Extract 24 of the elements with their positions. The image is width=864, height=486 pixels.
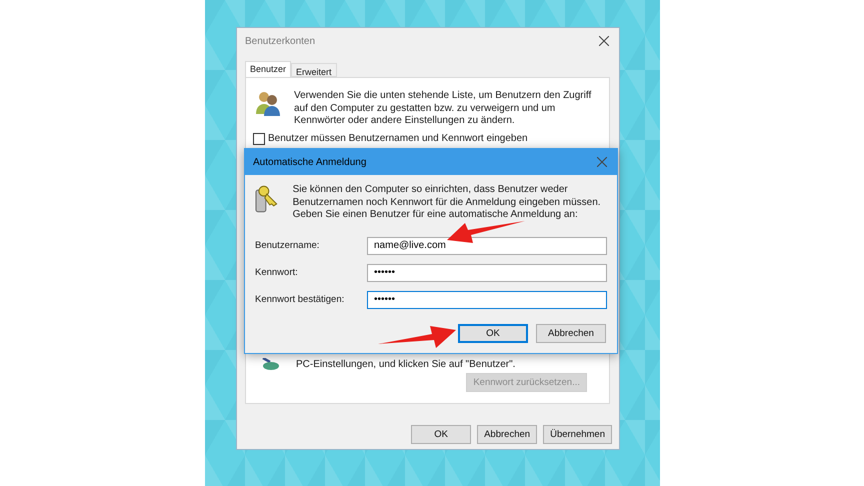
input-field[interactable]: •••••• xyxy=(367,290,607,308)
window-title: Benutzerkonten xyxy=(245,36,316,46)
field-label: Kennwort bestätigen: xyxy=(255,294,346,305)
dialog-button[interactable]: OK xyxy=(458,324,528,342)
close-icon[interactable] xyxy=(599,36,609,46)
checkbox-label: Benutzer müssen Benutzernamen und Kennwort eingeben xyxy=(268,133,528,144)
input-field[interactable]: •••••• xyxy=(367,264,607,282)
dialog-button[interactable]: Übernehmen xyxy=(543,425,612,444)
keys-icon xyxy=(255,184,279,214)
tab[interactable]: Benutzer xyxy=(245,61,292,77)
dialog-button[interactable]: Abbrechen xyxy=(536,324,606,342)
field-label: Benutzername: xyxy=(255,240,320,251)
dialog-button[interactable]: Abbrechen xyxy=(477,425,538,444)
field-label: Kennwort: xyxy=(255,267,299,278)
tab[interactable]: Erweitert xyxy=(291,63,337,77)
dialog-title: Automatische Anmeldung xyxy=(253,156,366,168)
description-text: Verwenden Sie die unten stehende Liste, um Benutzern den Zugriff auf den Computer zu gestatten bzw. zu verweigern und um Kennwörter oder andere Einstellungen zu ändern. xyxy=(294,90,592,128)
user-icon xyxy=(262,358,280,370)
checkbox[interactable] xyxy=(253,132,265,144)
description-text: Sie können den Computer so einrichten, dass Benutzer weder Benutzernamen noch Kennwort für die Anmeldung eingeben müssen. Geben Sie einen Benutzer für eine automatische Anmeldung an: xyxy=(292,184,602,222)
input-field[interactable]: name@live.com xyxy=(367,236,607,254)
dialog-button[interactable]: OK xyxy=(411,425,472,444)
users-icon xyxy=(256,90,280,116)
note-text: PC-Einstellungen, und klicken Sie auf "Benutzer". xyxy=(296,359,516,370)
